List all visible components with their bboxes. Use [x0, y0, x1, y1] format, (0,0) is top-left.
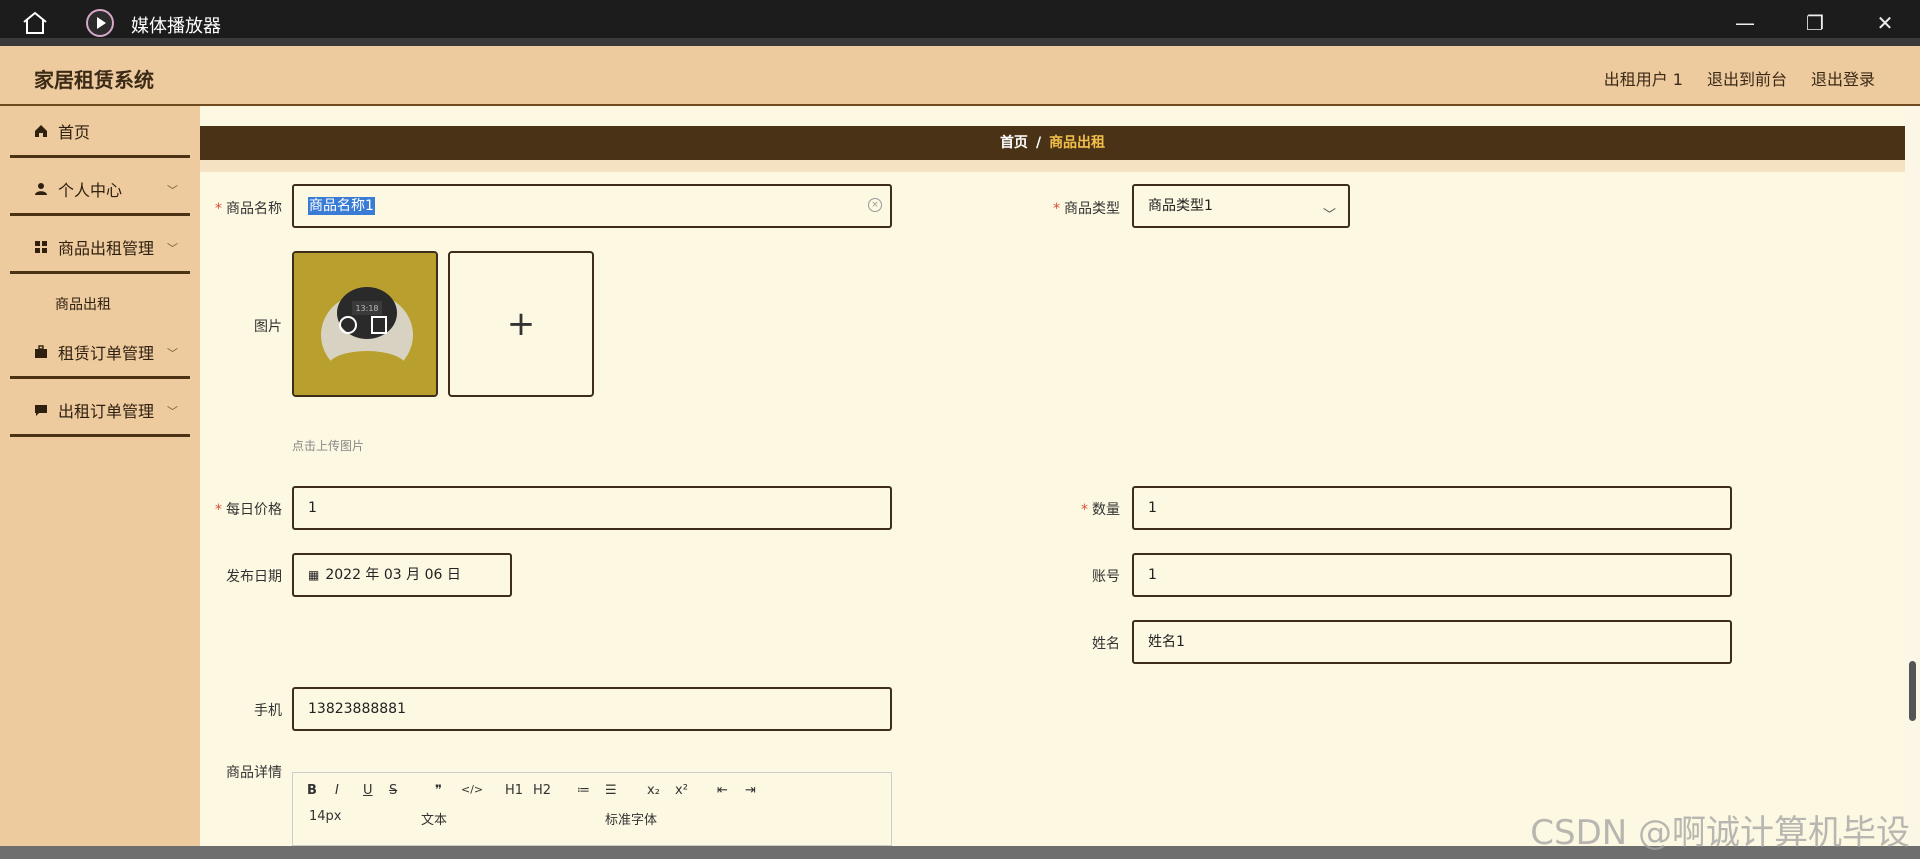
publish-date-label: 发布日期: [226, 569, 282, 585]
indent-button[interactable]: ⇥: [745, 783, 756, 798]
chat-icon: [35, 404, 47, 416]
breadcrumb-home[interactable]: 首页: [1000, 135, 1028, 151]
sidebar-item-lease-orders[interactable]: 租赁订单管理 ﹀: [10, 327, 190, 379]
upload-hint: 点击上传图片: [292, 439, 365, 453]
h2-button[interactable]: H2: [533, 783, 551, 798]
page-scrollbar[interactable]: [1905, 106, 1920, 846]
text-format-select[interactable]: 文本: [421, 809, 447, 828]
product-type-select[interactable]: 商品类型1 ﹀: [1132, 184, 1350, 228]
upload-image-button[interactable]: +: [448, 251, 594, 397]
account-label: 账号: [1092, 569, 1120, 585]
current-user-link[interactable]: 出租用户 1: [1604, 66, 1683, 90]
sidebar-item-label: 个人中心: [58, 180, 123, 200]
chevron-down-icon: ﹀: [167, 184, 178, 197]
sidebar-item-personal-center[interactable]: 个人中心 ﹀: [10, 164, 190, 216]
sidebar-item-rental-orders[interactable]: 出租订单管理 ﹀: [10, 385, 190, 437]
sidebar-subitem-goods-rent[interactable]: 商品出租: [55, 294, 111, 314]
phone-label: 手机: [254, 703, 282, 719]
blockquote-button[interactable]: ❞: [435, 783, 442, 798]
exit-to-frontend-link[interactable]: 退出到前台: [1707, 66, 1787, 90]
price-label: * 每日价格: [215, 502, 282, 518]
watermark: CSDN @啊诚计算机毕设: [1530, 813, 1910, 853]
italic-button[interactable]: I: [335, 783, 339, 798]
subscript-button[interactable]: x₂: [647, 783, 660, 798]
main-content: 首页 / 商品出租 * 商品名称 商品名称1 × * 商品类型 商品类型1 ﹀ 图片 1…: [200, 106, 1905, 846]
publish-date-picker[interactable]: ▦ 2022 年 03 月 06 日: [292, 553, 512, 597]
underline-button[interactable]: U: [363, 783, 373, 798]
sidebar-item-home[interactable]: 首页: [10, 106, 190, 158]
calendar-icon: ▦: [308, 568, 320, 582]
clear-icon[interactable]: ×: [868, 198, 882, 212]
product-type-value: 商品类型1: [1148, 198, 1213, 214]
app-header: 家居租赁系统 出租用户 1 退出到前台 退出登录: [0, 46, 1920, 106]
detail-label: 商品详情: [226, 765, 282, 781]
code-button[interactable]: </>: [461, 783, 483, 796]
strike-button[interactable]: S: [389, 783, 397, 798]
brand-title: 家居租赁系统: [34, 68, 154, 92]
rich-text-editor[interactable]: B I U S ❞ </> H1 H2 ≔ ☰ x₂ x² ⇤ ⇥ 14px 文…: [292, 772, 892, 846]
product-name-input[interactable]: 商品名称1 ×: [292, 184, 892, 228]
fullname-input[interactable]: 姓名1: [1132, 620, 1732, 664]
quantity-input[interactable]: 1: [1132, 486, 1732, 530]
breadcrumb-separator: /: [1035, 135, 1042, 151]
user-icon: [35, 182, 47, 195]
sidebar-item-label: 首页: [58, 122, 91, 142]
breadcrumb-underbar: [200, 160, 1905, 172]
home-icon[interactable]: [20, 10, 50, 36]
sidebar-item-label: 商品出租管理: [58, 238, 155, 258]
bullet-list-button[interactable]: ☰: [605, 783, 617, 798]
bold-button[interactable]: B: [307, 783, 317, 798]
scrollbar-thumb[interactable]: [1909, 661, 1916, 721]
header-links: 出租用户 1 退出到前台 退出登录: [1604, 66, 1875, 90]
publish-date-value: 2022 年 03 月 06 日: [325, 567, 461, 583]
sidebar-item-goods-rental[interactable]: 商品出租管理 ﹀: [10, 222, 190, 274]
titlebar-divider: [0, 38, 1920, 46]
chevron-down-icon: ﹀: [167, 347, 178, 360]
window-titlebar: 媒体播放器 — ❐ ✕: [0, 0, 1920, 46]
account-input[interactable]: 1: [1132, 553, 1732, 597]
daily-price-input[interactable]: 1: [292, 486, 892, 530]
image-label: 图片: [254, 319, 282, 335]
sidebar: 首页 个人中心 ﹀ 商品出租管理 ﹀ 商品出租 租赁订单管理 ﹀ 出租订单管理 …: [0, 106, 200, 846]
product-image-thumbnail[interactable]: 13:18: [292, 251, 438, 397]
logout-link[interactable]: 退出登录: [1811, 66, 1875, 90]
close-button[interactable]: ✕: [1862, 8, 1908, 38]
briefcase-icon: [35, 344, 47, 358]
fullname-label: 姓名: [1092, 636, 1120, 652]
superscript-button[interactable]: x²: [675, 783, 688, 798]
grid-icon: [35, 240, 47, 253]
ordered-list-button[interactable]: ≔: [577, 783, 590, 798]
type-label: * 商品类型: [1053, 201, 1120, 217]
chevron-down-icon: ﹀: [167, 405, 178, 418]
plus-icon: +: [506, 304, 536, 344]
chevron-down-icon: ﹀: [167, 242, 178, 255]
h1-button[interactable]: H1: [505, 783, 523, 798]
sidebar-item-label: 租赁订单管理: [58, 343, 155, 363]
sidebar-item-label: 出租订单管理: [58, 401, 155, 421]
window-title: 媒体播放器: [131, 16, 221, 37]
chevron-down-icon: ﹀: [1322, 208, 1336, 223]
breadcrumb-current: 商品出租: [1049, 135, 1106, 151]
product-image: 13:18: [294, 253, 436, 395]
minimize-button[interactable]: —: [1722, 8, 1768, 38]
name-label: * 商品名称: [215, 201, 282, 217]
phone-input[interactable]: 13823888881: [292, 687, 892, 731]
svg-text:13:18: 13:18: [355, 304, 378, 313]
outdent-button[interactable]: ⇤: [717, 783, 728, 798]
breadcrumb: 首页 / 商品出租: [200, 126, 1905, 160]
maximize-button[interactable]: ❐: [1792, 8, 1838, 38]
product-name-value: 商品名称1: [308, 197, 375, 215]
media-player-icon: [86, 9, 114, 37]
quantity-label: * 数量: [1081, 502, 1120, 518]
home-icon: [35, 124, 47, 137]
font-family-select[interactable]: 标准字体: [605, 809, 657, 828]
font-size-select[interactable]: 14px: [309, 809, 342, 824]
